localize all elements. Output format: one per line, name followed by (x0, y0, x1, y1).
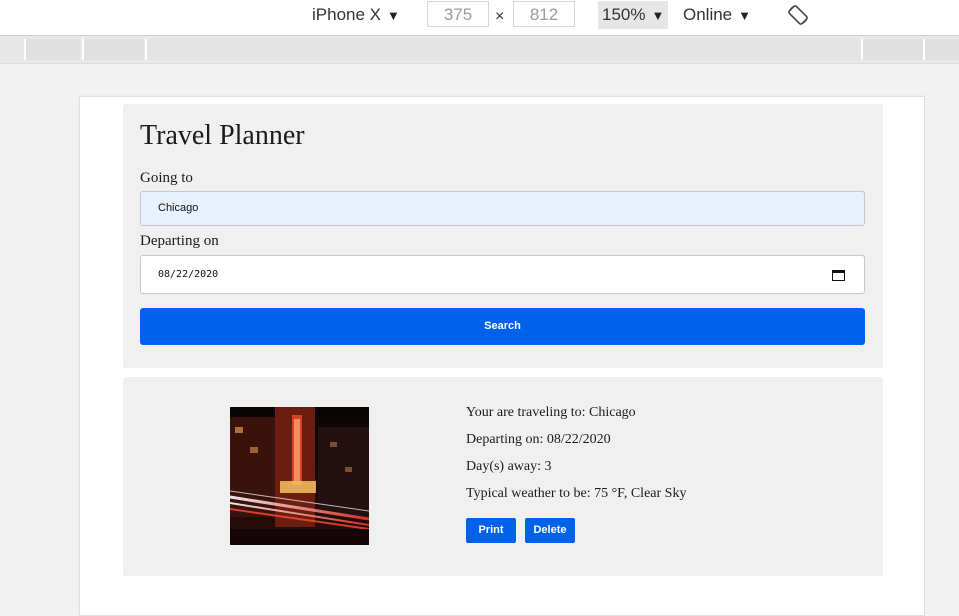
media-query-segment[interactable] (861, 39, 923, 60)
delete-button[interactable]: Delete (525, 518, 575, 543)
dimension-separator: × (495, 8, 505, 25)
departing-text: Departing on: 08/22/2020 (466, 432, 611, 447)
trip-result-card: Your are traveling to: Chicago Departing… (123, 377, 883, 576)
zoom-label: 150% (602, 5, 646, 24)
device-select[interactable]: iPhone X ▼ (312, 0, 400, 30)
going-to-label: Going to (140, 170, 193, 186)
date-value: 08/22/2020 (158, 269, 219, 280)
destination-input[interactable]: Chicago (140, 191, 865, 226)
print-button[interactable]: Print (466, 518, 516, 543)
weather-text: Typical weather to be: 75 °F, Clear Sky (466, 486, 687, 501)
dropdown-arrow-icon: ▼ (387, 8, 400, 23)
device-viewport: Travel Planner Going to Chicago Departin… (79, 96, 925, 616)
page-title: Travel Planner (140, 120, 305, 151)
network-select[interactable]: Online ▼ (683, 0, 751, 30)
width-input[interactable]: 375 (427, 1, 489, 27)
zoom-select[interactable]: 150% ▼ (598, 1, 669, 29)
dropdown-arrow-icon: ▼ (651, 8, 665, 23)
device-label: iPhone X (312, 5, 381, 24)
media-query-segment[interactable] (923, 39, 959, 60)
days-away-text: Day(s) away: 3 (466, 459, 552, 474)
chicago-theatre-image (230, 407, 369, 545)
media-query-bar[interactable] (0, 36, 959, 64)
rotate-icon[interactable] (786, 3, 810, 27)
network-label: Online (683, 5, 733, 24)
departing-label: Departing on (140, 233, 219, 249)
media-query-segment[interactable] (82, 39, 144, 60)
media-query-segment[interactable] (145, 39, 861, 60)
media-query-segment[interactable] (24, 39, 80, 60)
search-button[interactable]: Search (140, 308, 865, 345)
search-card: Travel Planner Going to Chicago Departin… (123, 104, 883, 368)
height-input[interactable]: 812 (513, 1, 575, 27)
dropdown-arrow-icon: ▼ (738, 8, 752, 23)
device-toolbar: iPhone X ▼ 375 × 812 150% ▼ Online ▼ (0, 0, 959, 36)
calendar-icon[interactable] (832, 269, 845, 281)
departure-date-input[interactable]: 08/22/2020 (140, 255, 865, 294)
destination-text: Your are traveling to: Chicago (466, 405, 636, 420)
destination-photo (230, 407, 369, 545)
